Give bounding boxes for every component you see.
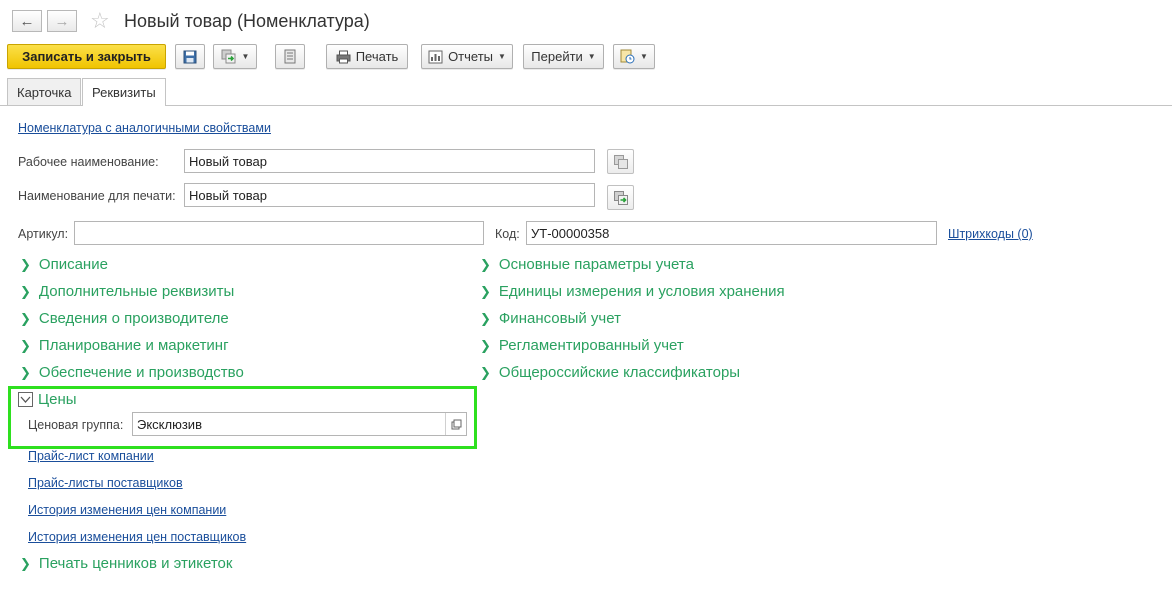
- tab-card[interactable]: Карточка: [7, 78, 82, 105]
- chevron-right-icon: ❯: [480, 337, 491, 353]
- chevron-right-icon: ❯: [20, 364, 31, 380]
- open-window-icon: [451, 419, 461, 429]
- save-button[interactable]: [175, 44, 205, 69]
- print-name-label: Наименование для печати:: [18, 189, 176, 203]
- group-manufacturer-info[interactable]: ❯ Сведения о производителе: [20, 310, 229, 327]
- group-label: Дополнительные реквизиты: [38, 283, 235, 300]
- chevron-down-icon: ▼: [640, 52, 648, 61]
- save-close-label: Записать и закрыть: [22, 49, 151, 64]
- create-based-on-button[interactable]: ▼: [213, 44, 257, 69]
- price-group-field[interactable]: Эксклюзив: [132, 412, 467, 436]
- chevron-down-icon: [18, 392, 33, 407]
- create-based-on-icon: [221, 49, 236, 63]
- tab-label: Реквизиты: [92, 85, 156, 100]
- chevron-right-icon: ❯: [20, 337, 31, 353]
- article-label: Артикул:: [18, 227, 69, 241]
- tab-requisites[interactable]: Реквизиты: [82, 78, 166, 106]
- price-lists-suppliers-link[interactable]: Прайс-листы поставщиков: [28, 476, 183, 490]
- structure-button[interactable]: [275, 44, 305, 69]
- group-label: Цены: [38, 391, 77, 408]
- document-list-icon: [284, 49, 296, 64]
- chevron-right-icon: ❯: [480, 283, 491, 299]
- company-price-history-link[interactable]: История изменения цен компании: [28, 503, 226, 517]
- reports-button[interactable]: Отчеты ▼: [421, 44, 513, 69]
- print-name-field[interactable]: Новый товар: [184, 183, 595, 207]
- working-name-label: Рабочее наименование:: [18, 155, 159, 169]
- chevron-down-icon: ▼: [587, 52, 596, 61]
- group-label: Финансовый учет: [498, 310, 621, 327]
- chevron-right-icon: ❯: [20, 256, 31, 272]
- forward-button[interactable]: →: [47, 10, 77, 32]
- working-name-field[interactable]: Новый товар: [184, 149, 595, 173]
- goto-label: Перейти: [531, 49, 583, 64]
- goto-button[interactable]: Перейти ▼: [523, 44, 604, 69]
- save-and-close-button[interactable]: Записать и закрыть: [7, 44, 166, 69]
- arrow-left-icon: ←: [19, 12, 35, 30]
- arrow-right-icon: →: [54, 12, 70, 30]
- group-additional-requisites[interactable]: ❯ Дополнительные реквизиты: [20, 283, 234, 300]
- price-group-label: Ценовая группа:: [28, 418, 124, 432]
- group-regulated-accounting[interactable]: ❯ Регламентированный учет: [480, 337, 684, 354]
- copy-green-icon: [613, 190, 628, 205]
- group-label: Общероссийские классификаторы: [498, 364, 741, 381]
- copy-name-button[interactable]: [607, 149, 634, 174]
- group-label: Основные параметры учета: [498, 256, 694, 273]
- supplier-price-history-link[interactable]: История изменения цен поставщиков: [28, 530, 246, 544]
- group-label: Сведения о производителе: [38, 310, 229, 327]
- reports-label: Отчеты: [448, 49, 493, 64]
- analog-items-link[interactable]: Номенклатура с аналогичными свойствами: [18, 121, 271, 135]
- group-description[interactable]: ❯ Описание: [20, 256, 108, 273]
- group-units-storage[interactable]: ❯ Единицы измерения и условия хранения: [480, 283, 785, 300]
- chevron-right-icon: ❯: [480, 256, 491, 272]
- group-classifiers[interactable]: ❯ Общероссийские классификаторы: [480, 364, 740, 381]
- group-main-accounting-params[interactable]: ❯ Основные параметры учета: [480, 256, 694, 273]
- chevron-right-icon: ❯: [20, 555, 31, 571]
- chevron-right-icon: ❯: [20, 283, 31, 299]
- copy-icon: [613, 154, 628, 169]
- group-supply-production[interactable]: ❯ Обеспечение и производство: [20, 364, 244, 381]
- group-financial-accounting[interactable]: ❯ Финансовый учет: [480, 310, 621, 327]
- group-label: Регламентированный учет: [498, 337, 684, 354]
- chevron-down-icon: ▼: [498, 52, 506, 61]
- tab-bar-divider: [0, 105, 1172, 106]
- group-label: Описание: [38, 256, 108, 273]
- back-button[interactable]: ←: [12, 10, 42, 32]
- window-title: Новый товар (Номенклатура): [124, 11, 370, 31]
- chevron-down-icon: ▼: [241, 52, 250, 61]
- chevron-right-icon: ❯: [480, 364, 491, 380]
- barcodes-link[interactable]: Штрихкоды (0): [948, 227, 1033, 241]
- report-icon: [428, 50, 443, 63]
- chevron-right-icon: ❯: [20, 310, 31, 326]
- history-document-icon: [620, 49, 635, 64]
- code-label: Код:: [495, 227, 520, 241]
- more-actions-button[interactable]: ▼: [613, 44, 655, 69]
- open-price-group-button[interactable]: [445, 413, 466, 435]
- article-field[interactable]: [74, 221, 484, 245]
- group-label: Единицы измерения и условия хранения: [498, 283, 785, 300]
- print-button[interactable]: Печать: [326, 44, 408, 69]
- favorite-star-icon[interactable]: ☆: [90, 8, 110, 34]
- group-planning-marketing[interactable]: ❯ Планирование и маркетинг: [20, 337, 229, 354]
- group-label: Печать ценников и этикеток: [38, 555, 233, 572]
- group-price-tags-labels[interactable]: ❯ Печать ценников и этикеток: [20, 555, 232, 572]
- group-prices[interactable]: Цены: [18, 391, 77, 408]
- print-label: Печать: [355, 49, 399, 64]
- floppy-disk-icon: [183, 50, 197, 63]
- price-list-company-link[interactable]: Прайс-лист компании: [28, 449, 154, 463]
- price-group-value: Эксклюзив: [137, 416, 202, 432]
- printer-icon: [336, 50, 351, 63]
- chevron-right-icon: ❯: [480, 310, 491, 326]
- tab-label: Карточка: [17, 84, 72, 100]
- group-label: Планирование и маркетинг: [38, 337, 229, 354]
- fill-print-name-button[interactable]: [607, 185, 634, 210]
- code-field[interactable]: УТ-00000358: [526, 221, 937, 245]
- group-label: Обеспечение и производство: [38, 364, 244, 381]
